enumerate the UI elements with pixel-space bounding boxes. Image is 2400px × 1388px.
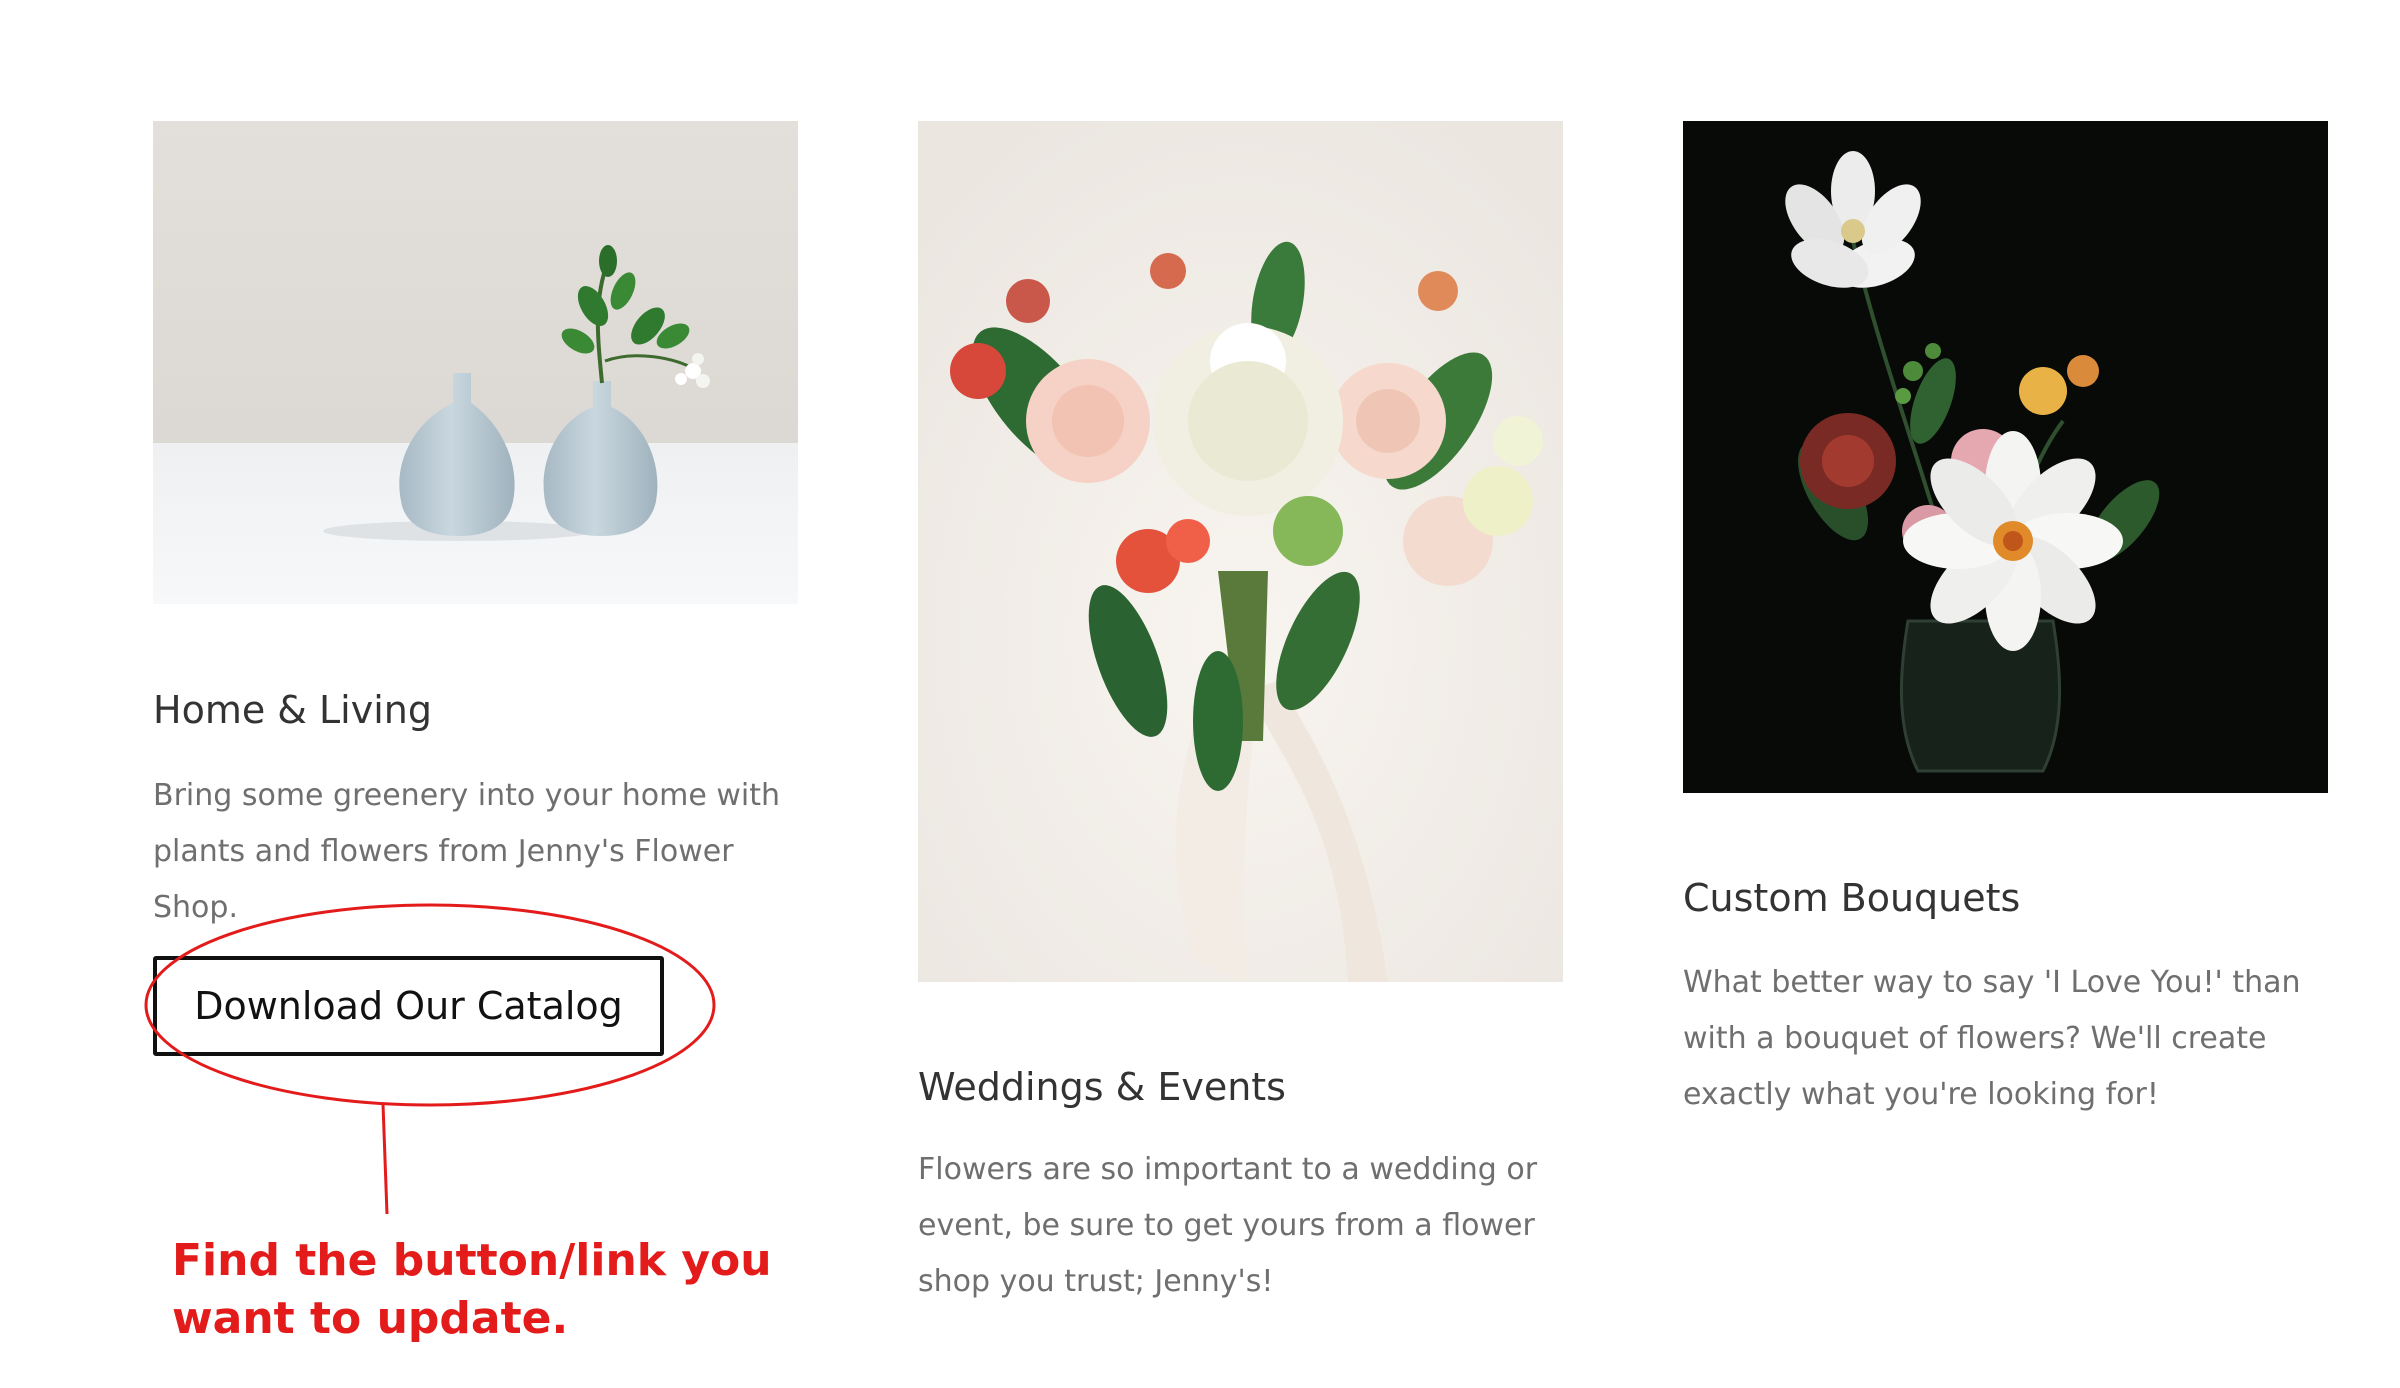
custom-bouquets-title: Custom Bouquets <box>1683 876 2021 920</box>
download-catalog-button[interactable]: Download Our Catalog <box>153 956 664 1056</box>
weddings-events-image <box>918 121 1563 982</box>
home-living-description: Bring some greenery into your home with … <box>153 778 780 925</box>
home-living-title: Home & Living <box>153 688 432 732</box>
annotation-text: Find the button/link you want to update. <box>172 1235 772 1344</box>
custom-bouquets-image <box>1683 121 2328 793</box>
home-living-image <box>153 121 798 604</box>
custom-bouquets-description: What better way to say 'I Love You!' tha… <box>1683 965 2301 1112</box>
weddings-events-title: Weddings & Events <box>918 1065 1286 1109</box>
weddings-events-description: Flowers are so important to a wedding or… <box>918 1152 1538 1299</box>
annotation-pointer-line <box>381 1103 389 1215</box>
